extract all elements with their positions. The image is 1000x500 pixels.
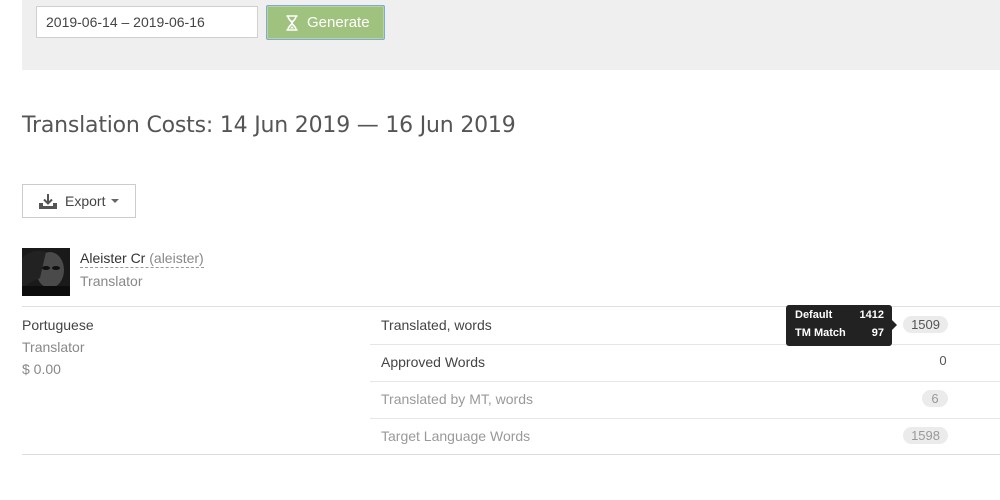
tooltip-value: 1412 (859, 309, 884, 321)
metric-value-badge: 6 (922, 390, 948, 407)
language-cost: $ 0.00 (22, 361, 61, 377)
date-range-input[interactable] (36, 6, 258, 38)
tooltip-row: TM Match 97 (795, 327, 884, 339)
tooltip-value: 97 (871, 327, 884, 339)
tooltip-label: Default (795, 309, 833, 321)
metric-label: Target Language Words (381, 428, 531, 444)
metric-row-target-words: Target Language Words 1598 (370, 418, 1000, 455)
divider (22, 454, 1000, 455)
filter-bar: Generate (22, 0, 1000, 70)
user-name-link[interactable]: Aleister Cr (aleister) (80, 250, 204, 268)
metric-row-approved: Approved Words 0 (370, 344, 1000, 382)
metric-value: 0 (939, 353, 947, 368)
metric-value-badge: 1598 (903, 427, 948, 444)
generate-button[interactable]: Generate (266, 5, 385, 40)
tooltip-row: Default 1412 (795, 309, 884, 321)
avatar (22, 248, 70, 296)
hourglass-icon (286, 14, 298, 31)
metric-row-mt: Translated by MT, words 6 (370, 381, 1000, 419)
metric-label: Translated by MT, words (381, 391, 533, 407)
generate-label: Generate (307, 14, 370, 31)
metric-label: Translated, words (381, 317, 492, 333)
caret-down-icon (111, 199, 120, 203)
metric-label: Approved Words (381, 354, 486, 370)
user-name: Aleister Cr (80, 250, 146, 266)
metric-value-badge[interactable]: 1509 (903, 316, 948, 333)
metric-row-translated: Translated, words 1509 (370, 307, 1000, 345)
avatar-image (22, 248, 70, 296)
tooltip-arrow (892, 320, 897, 330)
breakdown-tooltip: Default 1412 TM Match 97 (786, 305, 897, 346)
user-handle: (aleister) (149, 250, 204, 266)
export-dropdown-button[interactable]: Export (22, 184, 136, 218)
export-label: Export (65, 193, 106, 209)
page-title: Translation Costs: 14 Jun 2019 — 16 Jun … (22, 113, 516, 138)
download-tray-icon (39, 193, 57, 209)
tooltip-label: TM Match (795, 327, 846, 339)
language-role: Translator (22, 339, 85, 355)
user-role: Translator (80, 273, 143, 289)
language-name: Portuguese (22, 317, 94, 333)
